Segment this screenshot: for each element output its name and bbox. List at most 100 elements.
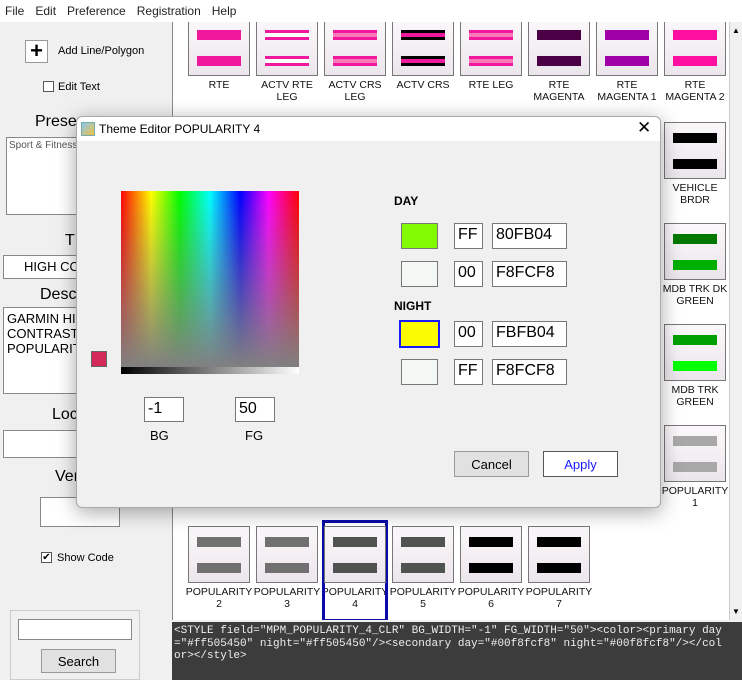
tile-line bbox=[197, 30, 241, 40]
add-line-polygon-button[interactable]: + bbox=[25, 40, 48, 63]
theme-tile[interactable]: RTE MAGENTA 1 bbox=[596, 22, 658, 103]
day-secondary-hex[interactable]: F8FCF8 bbox=[492, 261, 567, 287]
apply-button[interactable]: Apply bbox=[543, 451, 618, 477]
tile-line-center bbox=[469, 566, 513, 570]
tile-line-center bbox=[197, 33, 241, 37]
theme-tile[interactable]: POPULARITY 7 bbox=[526, 526, 592, 610]
tile-preview bbox=[664, 425, 726, 482]
tile-preview bbox=[392, 22, 454, 76]
day-primary-hex[interactable]: 80FB04 bbox=[492, 223, 567, 249]
theme-tile[interactable]: RTE bbox=[188, 22, 250, 91]
theme-tile[interactable]: POPULARITY 6 bbox=[458, 526, 524, 610]
color-spectrum-picker[interactable] bbox=[121, 191, 299, 367]
tile-line-center bbox=[265, 540, 309, 544]
theme-tile[interactable]: RTE MAGENTA bbox=[528, 22, 590, 103]
tile-line bbox=[469, 56, 513, 66]
cancel-button[interactable]: Cancel bbox=[454, 451, 529, 477]
theme-tile[interactable]: POPULARITY 4 bbox=[322, 520, 388, 620]
search-input[interactable] bbox=[18, 619, 132, 640]
tile-preview bbox=[528, 22, 590, 76]
night-primary-alpha[interactable]: 00 bbox=[454, 321, 483, 347]
dialog-title-bar[interactable]: Theme Editor POPULARITY 4 ✕ bbox=[77, 117, 660, 141]
tile-line bbox=[673, 361, 717, 371]
night-secondary-hex[interactable]: F8FCF8 bbox=[492, 359, 567, 385]
tile-line-center bbox=[537, 566, 581, 570]
theme-tile[interactable]: POPULARITY 3 bbox=[254, 526, 320, 610]
tile-line bbox=[401, 537, 445, 547]
tile-preview bbox=[256, 526, 318, 583]
tile-line bbox=[673, 260, 717, 270]
tile-preview bbox=[664, 122, 726, 179]
bg-width-input[interactable]: -1 bbox=[144, 397, 184, 422]
tile-line bbox=[265, 30, 309, 40]
brightness-strip[interactable] bbox=[121, 367, 299, 374]
tile-line bbox=[401, 563, 445, 573]
night-secondary-alpha[interactable]: FF bbox=[454, 359, 483, 385]
tile-line bbox=[605, 30, 649, 40]
tile-line bbox=[537, 537, 581, 547]
tile-line-center bbox=[333, 33, 377, 37]
close-icon[interactable]: ✕ bbox=[637, 118, 651, 138]
tile-preview bbox=[324, 526, 386, 583]
fg-width-input[interactable]: 50 bbox=[235, 397, 275, 422]
theme-tile[interactable]: MDB TRK GREEN bbox=[664, 324, 726, 408]
tile-line-center bbox=[673, 439, 717, 443]
tile-line bbox=[197, 56, 241, 66]
tile-line bbox=[265, 563, 309, 573]
theme-tile[interactable]: MDB TRK DK GREEN bbox=[663, 223, 727, 307]
theme-tile[interactable]: ACTV RTE LEG bbox=[256, 22, 318, 103]
tile-label: POPULARITY 4 bbox=[321, 586, 389, 610]
theme-tile[interactable]: ACTV CRS bbox=[392, 22, 454, 91]
tile-label: ACTV RTE LEG bbox=[261, 79, 313, 103]
menu-help[interactable]: Help bbox=[207, 0, 243, 22]
show-code-checkbox[interactable]: ✔ bbox=[41, 552, 52, 563]
day-primary-swatch[interactable] bbox=[401, 223, 438, 249]
menu-file[interactable]: File bbox=[0, 0, 30, 22]
theme-tile[interactable]: RTE LEG bbox=[460, 22, 522, 91]
day-primary-alpha[interactable]: FF bbox=[454, 223, 483, 249]
code-view[interactable]: <STYLE field="MPM_POPULARITY_4_CLR" BG_W… bbox=[172, 622, 742, 680]
edit-text-checkbox[interactable] bbox=[43, 81, 54, 92]
theme-tile[interactable]: POPULARITY 5 bbox=[390, 526, 456, 610]
tile-line-center bbox=[333, 59, 377, 63]
scroll-down-icon[interactable]: ▼ bbox=[730, 607, 742, 616]
tile-line-center bbox=[265, 566, 309, 570]
tile-line-center bbox=[333, 540, 377, 544]
menu-registration[interactable]: Registration bbox=[132, 0, 207, 22]
tile-line-center bbox=[469, 33, 513, 37]
tile-preview bbox=[664, 324, 726, 381]
tile-line-center bbox=[197, 59, 241, 63]
theme-tile[interactable]: POPULARITY 2 bbox=[186, 526, 252, 610]
menu-bar: File Edit Preference Registration Help bbox=[0, 0, 742, 22]
theme-tile[interactable]: RTE MAGENTA 2 bbox=[664, 22, 726, 103]
gallery-scrollbar[interactable]: ▲ ▼ bbox=[729, 22, 742, 620]
scroll-up-icon[interactable]: ▲ bbox=[730, 26, 742, 35]
tile-label: POPULARITY 5 bbox=[389, 586, 457, 610]
theme-tile[interactable]: VEHICLE BRDR bbox=[664, 122, 726, 206]
night-secondary-swatch[interactable] bbox=[401, 359, 438, 385]
tile-line-center bbox=[673, 237, 717, 241]
tile-line bbox=[333, 56, 377, 66]
theme-tile[interactable]: ACTV CRS LEG bbox=[324, 22, 386, 103]
night-primary-hex[interactable]: FBFB04 bbox=[492, 321, 567, 347]
theme-editor-dialog: Theme Editor POPULARITY 4 ✕ -1 BG 50 FG … bbox=[76, 116, 661, 508]
tile-line-center bbox=[537, 33, 581, 37]
tile-line bbox=[673, 30, 717, 40]
tile-line bbox=[673, 159, 717, 169]
search-button[interactable]: Search bbox=[41, 649, 116, 673]
day-secondary-alpha[interactable]: 00 bbox=[454, 261, 483, 287]
night-primary-swatch[interactable] bbox=[399, 320, 440, 348]
tile-line bbox=[537, 56, 581, 66]
app-icon bbox=[81, 122, 95, 136]
tile-preview bbox=[664, 22, 726, 76]
tile-label: POPULARITY 3 bbox=[253, 586, 321, 610]
theme-tile[interactable]: POPULARITY 1 bbox=[662, 425, 728, 509]
day-secondary-swatch[interactable] bbox=[401, 261, 438, 287]
tile-line-center bbox=[401, 566, 445, 570]
tile-line bbox=[673, 436, 717, 446]
menu-preference[interactable]: Preference bbox=[62, 0, 132, 22]
tile-label: ACTV CRS bbox=[396, 79, 450, 91]
menu-edit[interactable]: Edit bbox=[30, 0, 62, 22]
tile-line bbox=[197, 537, 241, 547]
tile-line bbox=[197, 563, 241, 573]
